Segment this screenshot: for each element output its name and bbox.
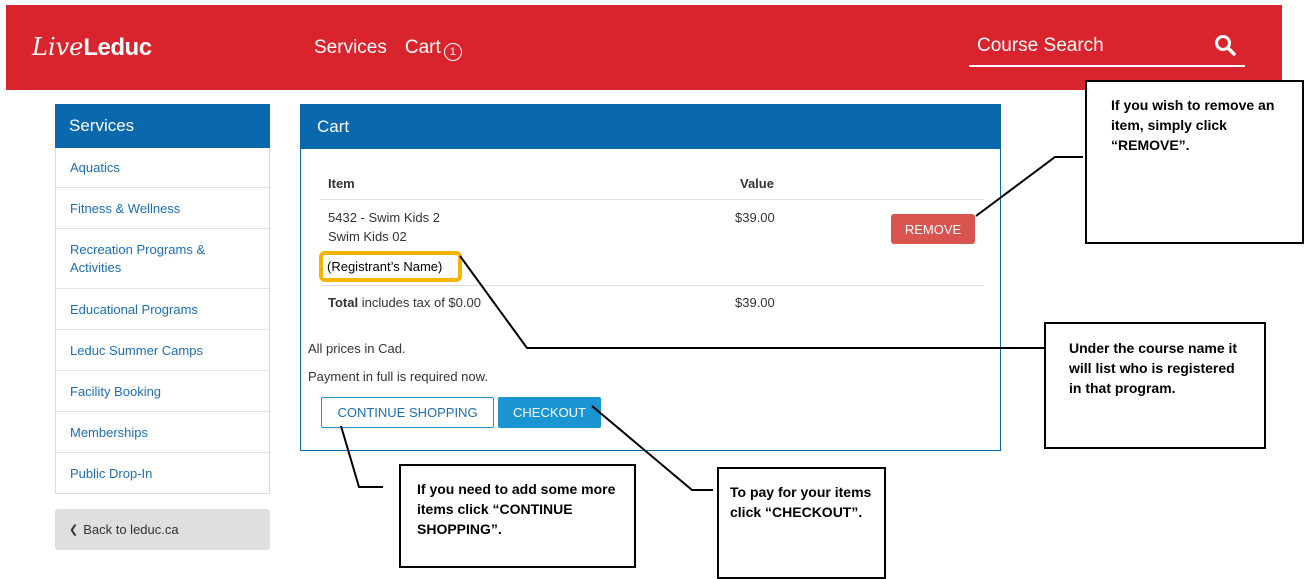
col-header-item: Item <box>328 176 355 191</box>
cart-item-subtitle: Swim Kids 02 <box>328 229 407 244</box>
site-header: LiveLeduc Services Cart 1 Course Search <box>6 5 1282 90</box>
logo-script: Live <box>32 33 84 61</box>
course-search[interactable]: Course Search <box>969 31 1245 67</box>
sidebar-item-educational-programs[interactable]: Educational Programs <box>56 288 269 329</box>
divider <box>320 199 984 200</box>
total-row: Total includes tax of $0.00 <box>328 295 481 310</box>
callout-checkout: To pay for your items click “CHECKOUT”. <box>717 467 886 579</box>
prices-note: All prices in Cad. <box>308 341 406 356</box>
callout-remove: If you wish to remove an item, simply cl… <box>1085 80 1304 244</box>
remove-button[interactable]: REMOVE <box>891 214 975 244</box>
services-sidebar: Services Aquatics Fitness & Wellness Rec… <box>55 104 270 494</box>
nav-services[interactable]: Services <box>314 37 387 61</box>
sidebar-item-aquatics[interactable]: Aquatics <box>56 148 269 187</box>
chevron-left-icon: ❮ <box>69 524 79 536</box>
back-to-leduc-button[interactable]: ❮ Back to leduc.ca <box>55 509 270 550</box>
nav-cart-label: Cart <box>404 37 441 58</box>
col-header-value: Value <box>740 176 774 191</box>
registrant-name-highlight: (Registrant’s Name) <box>319 251 462 282</box>
live-leduc-logo[interactable]: LiveLeduc <box>32 33 152 62</box>
nav-cart[interactable]: Cart 1 <box>405 37 462 61</box>
search-icon[interactable] <box>1213 33 1237 57</box>
sidebar-item-summer-camps[interactable]: Leduc Summer Camps <box>56 329 269 370</box>
sidebar-list: Aquatics Fitness & Wellness Recreation P… <box>55 148 270 494</box>
divider <box>320 285 984 286</box>
cart-item-value: $39.00 <box>735 210 775 225</box>
sidebar-item-memberships[interactable]: Memberships <box>56 411 269 452</box>
course-search-label[interactable]: Course Search <box>977 35 1104 57</box>
cart-title: Cart <box>301 105 1000 149</box>
continue-shopping-button[interactable]: CONTINUE SHOPPING <box>321 397 494 428</box>
sidebar-item-public-drop-in[interactable]: Public Drop-In <box>56 452 269 493</box>
checkout-button[interactable]: CHECKOUT <box>498 397 601 428</box>
main-nav: Services Cart 1 <box>314 37 462 61</box>
total-label: Total <box>328 295 359 310</box>
total-tax-note: includes tax of $0.00 <box>361 295 481 310</box>
callout-continue: If you need to add some more items click… <box>399 464 636 568</box>
back-to-leduc-label: Back to leduc.ca <box>83 522 179 537</box>
sidebar-title: Services <box>55 104 270 148</box>
cart-count-badge: 1 <box>443 43 462 61</box>
callout-registrant: Under the course name it will list who i… <box>1044 322 1266 449</box>
sidebar-item-fitness-wellness[interactable]: Fitness & Wellness <box>56 187 269 228</box>
sidebar-item-facility-booking[interactable]: Facility Booking <box>56 370 269 411</box>
sidebar-item-recreation-programs[interactable]: Recreation Programs & Activities <box>56 228 269 288</box>
total-value: $39.00 <box>735 295 775 310</box>
payment-note: Payment in full is required now. <box>308 369 488 384</box>
cart-item-name: 5432 - Swim Kids 2 <box>328 210 440 225</box>
logo-word: Leduc <box>83 34 152 61</box>
